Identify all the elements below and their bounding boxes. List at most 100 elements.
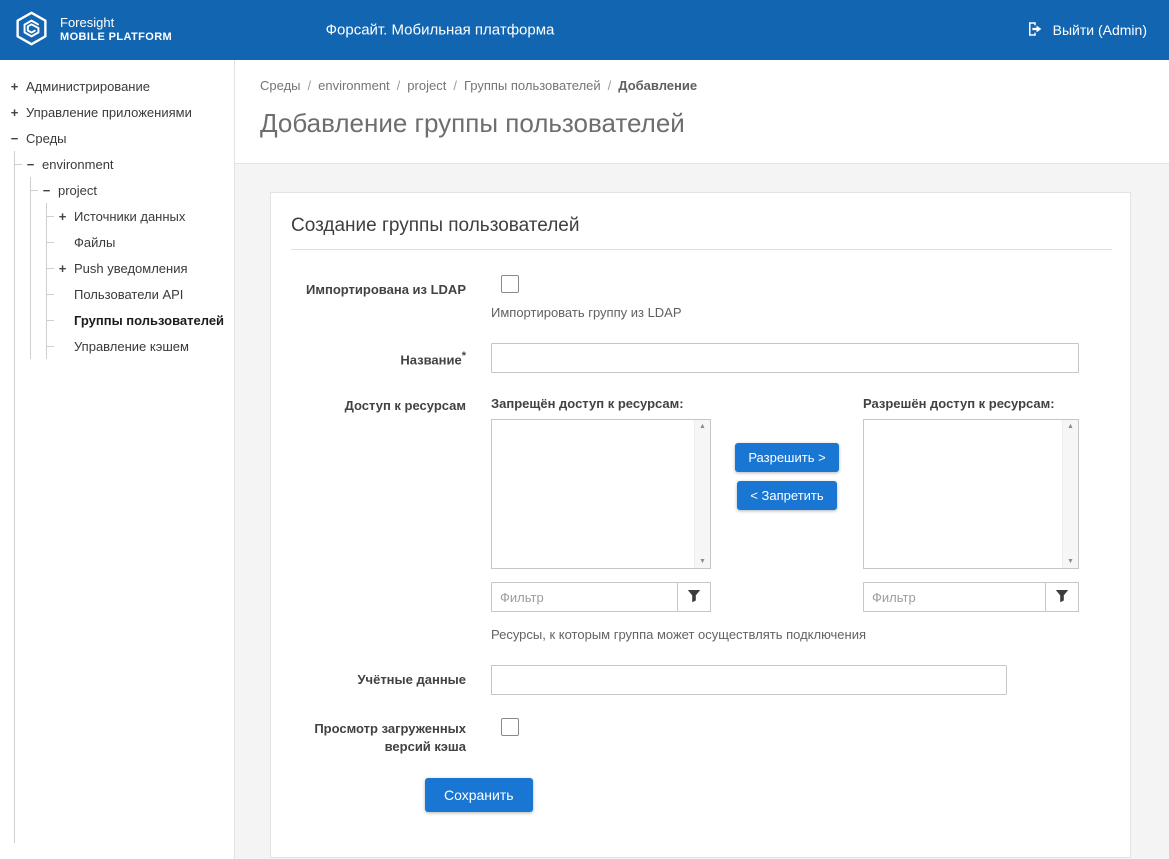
- credentials-label: Учётные данные: [291, 665, 466, 695]
- nav-tree: Администрирование Управление приложениям…: [0, 60, 234, 843]
- credentials-input[interactable]: [491, 665, 1007, 695]
- expand-icon[interactable]: [56, 209, 69, 224]
- app-title: Форсайт. Мобильная платформа: [326, 22, 555, 39]
- allowed-filter-button[interactable]: [1046, 582, 1079, 612]
- content-header: Среды / environment / project / Группы п…: [235, 60, 1169, 164]
- sidebar-item-environments[interactable]: Среды: [8, 125, 234, 151]
- sidebar-item-label: environment: [42, 157, 114, 172]
- resources-label: Доступ к ресурсам: [291, 396, 466, 642]
- cache-view-label: Просмотр загруженных версий кэша: [291, 718, 466, 755]
- sidebar-item-label: project: [58, 183, 97, 198]
- listbox-scrollbar[interactable]: ▲ ▼: [1062, 420, 1078, 568]
- sidebar-item-label: Управление приложениями: [26, 105, 192, 120]
- name-label: Название*: [291, 343, 466, 373]
- logout-label: Выйти (Admin): [1053, 22, 1147, 38]
- scroll-down-icon[interactable]: ▼: [699, 558, 706, 565]
- content-area: Среды / environment / project / Группы п…: [235, 60, 1169, 859]
- filter-icon: [687, 589, 701, 606]
- cache-view-checkbox[interactable]: [501, 718, 519, 736]
- content-body: Создание группы пользователей Импортиров…: [235, 164, 1169, 859]
- foresight-logo-icon: [13, 10, 50, 50]
- collapse-icon[interactable]: [8, 131, 21, 146]
- expand-icon[interactable]: [56, 261, 69, 276]
- top-bar: Foresight MOBILE PLATFORM Форсайт. Мобил…: [0, 0, 1169, 60]
- breadcrumb-item-environments[interactable]: Среды: [260, 78, 301, 93]
- tree-branch-environment: project Источники данных Файлы: [30, 177, 234, 359]
- deny-button[interactable]: < Запретить: [737, 481, 836, 510]
- breadcrumb: Среды / environment / project / Группы п…: [260, 78, 1144, 93]
- collapse-icon[interactable]: [24, 157, 37, 172]
- scroll-down-icon[interactable]: ▼: [1067, 558, 1074, 565]
- breadcrumb-item-user-groups[interactable]: Группы пользователей: [464, 78, 601, 93]
- form-actions: Сохранить: [291, 778, 1112, 812]
- breadcrumb-separator: /: [453, 78, 457, 93]
- main-area: Администрирование Управление приложениям…: [0, 60, 1169, 859]
- logout-button[interactable]: Выйти (Admin): [1026, 20, 1147, 41]
- create-group-card: Создание группы пользователей Импортиров…: [270, 192, 1131, 858]
- sidebar-item-environment[interactable]: environment: [15, 151, 234, 177]
- form-row-name: Название*: [291, 343, 1112, 373]
- sidebar-item-label: Группы пользователей: [74, 313, 224, 328]
- sidebar-item-cache-management[interactable]: Управление кэшем: [47, 333, 234, 359]
- sidebar-item-project[interactable]: project: [31, 177, 234, 203]
- name-input[interactable]: [491, 343, 1079, 373]
- logout-icon: [1026, 20, 1044, 41]
- sidebar-item-label: Управление кэшем: [74, 339, 189, 354]
- sidebar-item-data-sources[interactable]: Источники данных: [47, 203, 234, 229]
- denied-filter-input[interactable]: [491, 582, 678, 612]
- form-row-resources: Доступ к ресурсам Запрещён доступ к ресу…: [291, 396, 1112, 642]
- breadcrumb-item-current: Добавление: [618, 78, 697, 93]
- sidebar-item-label: Пользователи API: [74, 287, 183, 302]
- scroll-up-icon[interactable]: ▲: [1067, 423, 1074, 430]
- sidebar-item-files[interactable]: Файлы: [47, 229, 234, 255]
- transfer-buttons: Разрешить > < Запретить: [711, 396, 863, 612]
- breadcrumb-item-project[interactable]: project: [407, 78, 446, 93]
- expand-icon[interactable]: [8, 79, 21, 94]
- sidebar-item-app-management[interactable]: Управление приложениями: [8, 99, 234, 125]
- breadcrumb-separator: /: [608, 78, 612, 93]
- ldap-checkbox[interactable]: [501, 275, 519, 293]
- tree-branch-environments: environment project Источники данных: [14, 151, 234, 843]
- sidebar-item-label: Источники данных: [74, 209, 185, 224]
- sidebar-item-label: Файлы: [74, 235, 115, 250]
- ldap-help-text: Импортировать группу из LDAP: [491, 305, 1079, 320]
- allowed-resources-title: Разрешён доступ к ресурсам:: [863, 396, 1079, 411]
- scroll-up-icon[interactable]: ▲: [699, 423, 706, 430]
- form-row-ldap: Импортирована из LDAP Импортировать груп…: [291, 275, 1112, 320]
- denied-resources-title: Запрещён доступ к ресурсам:: [491, 396, 711, 411]
- collapse-icon[interactable]: [40, 183, 53, 198]
- sidebar-item-administration[interactable]: Администрирование: [8, 73, 234, 99]
- denied-resources-listbox[interactable]: ▲ ▼: [491, 419, 711, 569]
- allow-button[interactable]: Разрешить >: [735, 443, 838, 472]
- breadcrumb-separator: /: [308, 78, 312, 93]
- resources-help-text: Ресурсы, к которым группа может осуществ…: [491, 627, 1079, 642]
- allowed-resources-column: Разрешён доступ к ресурсам: ▲ ▼: [863, 396, 1079, 612]
- filter-icon: [1055, 589, 1069, 606]
- listbox-scrollbar[interactable]: ▲ ▼: [694, 420, 710, 568]
- form-row-cache-view: Просмотр загруженных версий кэша: [291, 718, 1112, 755]
- allowed-filter-input[interactable]: [863, 582, 1046, 612]
- page-title: Добавление группы пользователей: [260, 108, 1144, 139]
- brand-name: Foresight: [60, 15, 172, 31]
- form-row-credentials: Учётные данные: [291, 665, 1112, 695]
- sidebar-item-user-groups[interactable]: Группы пользователей: [47, 307, 234, 333]
- sidebar-item-api-users[interactable]: Пользователи API: [47, 281, 234, 307]
- name-label-text: Название: [400, 352, 461, 367]
- expand-icon[interactable]: [8, 105, 21, 120]
- breadcrumb-separator: /: [397, 78, 401, 93]
- sidebar-item-label: Push уведомления: [74, 261, 188, 276]
- sidebar: Администрирование Управление приложениям…: [0, 60, 235, 859]
- brand-subtitle: MOBILE PLATFORM: [60, 31, 172, 45]
- brand: Foresight MOBILE PLATFORM: [0, 10, 235, 50]
- required-mark: *: [462, 350, 466, 362]
- breadcrumb-item-environment[interactable]: environment: [318, 78, 390, 93]
- card-title: Создание группы пользователей: [291, 215, 1112, 250]
- allowed-resources-listbox[interactable]: ▲ ▼: [863, 419, 1079, 569]
- sidebar-item-label: Администрирование: [26, 79, 150, 94]
- brand-text: Foresight MOBILE PLATFORM: [60, 15, 172, 45]
- sidebar-item-label: Среды: [26, 131, 67, 146]
- app-window: Foresight MOBILE PLATFORM Форсайт. Мобил…: [0, 0, 1169, 859]
- sidebar-item-push-notifications[interactable]: Push уведомления: [47, 255, 234, 281]
- save-button[interactable]: Сохранить: [425, 778, 533, 812]
- denied-filter-button[interactable]: [678, 582, 711, 612]
